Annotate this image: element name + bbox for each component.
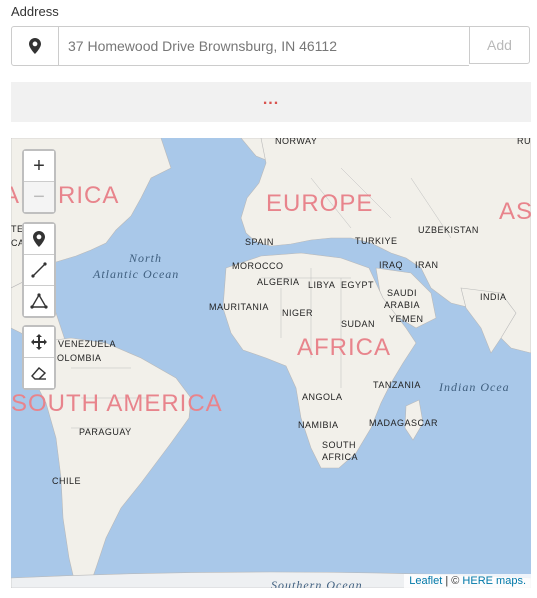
draw-toolbar [22, 222, 56, 318]
map-label-tanzania: TANZANIA [373, 380, 421, 390]
map-label-europe: EUROPE [266, 190, 374, 217]
map-label-morocco: MOROCCO [232, 261, 284, 271]
polygon-icon [30, 293, 48, 309]
map-label-saudi: SAUDI [387, 288, 418, 298]
map-label-mauritania: MAURITANIA [209, 302, 269, 312]
zoom-in-button[interactable]: + [24, 151, 54, 182]
map-label-asia: ASIA [499, 198, 531, 225]
location-addon [11, 26, 59, 66]
map-label-yemen: YEMEN [389, 314, 424, 324]
map-label-indian-ocean: Indian Ocea [439, 380, 510, 394]
edit-toolbar [22, 325, 56, 390]
map-marker-icon [29, 38, 41, 54]
attribution-separator: | © [442, 575, 463, 587]
map-label-south-america: SOUTH AMERICA [11, 390, 223, 417]
move-icon [31, 334, 47, 350]
map-label-southern-ocean: Southern Ocean [271, 578, 363, 588]
add-button[interactable]: Add [469, 26, 530, 64]
map-label-egypt: EGYPT [341, 280, 375, 290]
zoom-control: + − [22, 149, 56, 214]
map-label-sudan: SUDAN [341, 319, 376, 329]
map-label-libya: LIBYA [308, 280, 336, 290]
map-label-chile: CHILE [52, 476, 82, 486]
map-label-niger: NIGER [282, 308, 314, 318]
map-attribution: Leaflet | © HERE maps. [404, 574, 531, 588]
map-label-africa-country: AFRICA [322, 452, 359, 462]
map-label-angola: ANGOLA [302, 392, 343, 402]
draw-polygon-button[interactable] [24, 286, 54, 316]
map-label-ru: RU [517, 138, 531, 146]
map-label-india: INDIA [480, 292, 507, 302]
map-label-iran: IRAN [415, 260, 439, 270]
here-maps-link[interactable]: HERE maps. [462, 575, 526, 587]
map-label-iraq: IRAQ [379, 260, 404, 270]
map-label-north-atlantic-1: North [129, 251, 163, 265]
map-label-turkiye: TURKIYE [355, 236, 398, 246]
map-label-algeria: ALGERIA [257, 277, 300, 287]
map-label-arabia: ARABIA [384, 300, 421, 310]
marker-icon [33, 231, 45, 247]
map-label-north-atlantic-2: Atlantic Ocean [93, 267, 180, 281]
address-input[interactable] [59, 26, 469, 66]
erase-button[interactable] [24, 358, 54, 388]
address-row: Add [11, 26, 531, 66]
loading-bar: ... [11, 82, 531, 122]
loading-indicator: ... [262, 91, 280, 108]
map-label-paraguay: PARAGUAY [79, 427, 132, 437]
map-label-spain: SPAIN [245, 237, 274, 247]
map-label-colombia: COLOMBIA [50, 353, 102, 363]
address-label: Address [11, 4, 59, 19]
map-viewport[interactable]: AMERICA EUROPE ASIA AFRICA SOUTH AMERICA… [11, 138, 531, 588]
polyline-icon [31, 262, 47, 278]
map-label-uzbekistan: UZBEKISTAN [418, 225, 479, 235]
leaflet-link[interactable]: Leaflet [409, 575, 442, 587]
zoom-out-button[interactable]: − [24, 182, 54, 212]
eraser-icon [31, 367, 47, 380]
map-label-norway: NORWAY [275, 138, 318, 146]
map-label-namibia: NAMIBIA [298, 420, 339, 430]
draw-marker-button[interactable] [24, 224, 54, 255]
map-label-south: SOUTH [322, 440, 356, 450]
map-label-venezuela: VENEZUELA [58, 339, 117, 349]
move-button[interactable] [24, 327, 54, 358]
map-label-africa: AFRICA [297, 334, 392, 361]
draw-polyline-button[interactable] [24, 255, 54, 286]
map-label-madagascar: MADAGASCAR [369, 418, 439, 428]
